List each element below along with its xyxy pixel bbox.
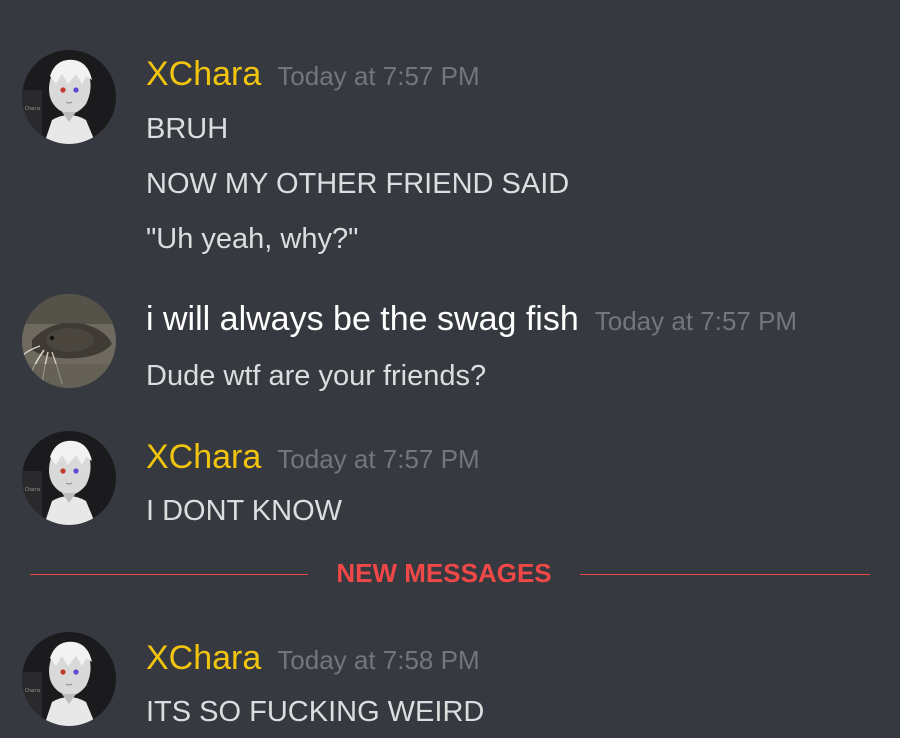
username[interactable]: i will always be the swag fish: [146, 300, 579, 339]
chara-avatar-icon: Chara: [22, 632, 116, 726]
avatar[interactable]: [22, 294, 116, 388]
username[interactable]: XChara: [146, 639, 261, 678]
svg-text:Chara: Chara: [25, 688, 40, 694]
catfish-avatar-icon: [22, 294, 116, 388]
message-text: Dude wtf are your friends?: [146, 360, 487, 392]
message-text: NOW MY OTHER FRIEND SAID: [146, 168, 570, 200]
divider-line-left: [30, 574, 308, 575]
timestamp: Today at 7:57 PM: [277, 444, 480, 474]
new-messages-divider: NEW MESSAGES: [30, 558, 870, 588]
timestamp: Today at 7:57 PM: [594, 306, 798, 336]
message-text: ITS SO FUCKING WEIRD: [146, 696, 485, 728]
svg-text:Chara: Chara: [25, 106, 40, 112]
username[interactable]: XChara: [146, 438, 261, 477]
message-text: BRUH: [146, 113, 229, 145]
new-messages-label: NEW MESSAGES: [336, 558, 552, 588]
avatar[interactable]: Chara: [22, 50, 116, 144]
message-text: I DONT KNOW: [146, 495, 343, 527]
timestamp: Today at 7:58 PM: [277, 645, 480, 675]
chara-avatar-icon: Chara: [22, 431, 116, 525]
chara-avatar-icon: Chara: [22, 50, 116, 144]
divider-line-right: [580, 574, 870, 575]
avatar[interactable]: Chara: [22, 431, 116, 525]
message-text: "Uh yeah, why?": [146, 223, 359, 255]
timestamp: Today at 7:57 PM: [277, 61, 480, 91]
username[interactable]: XChara: [146, 55, 261, 94]
svg-text:Chara: Chara: [25, 487, 40, 493]
avatar[interactable]: Chara: [22, 632, 116, 726]
